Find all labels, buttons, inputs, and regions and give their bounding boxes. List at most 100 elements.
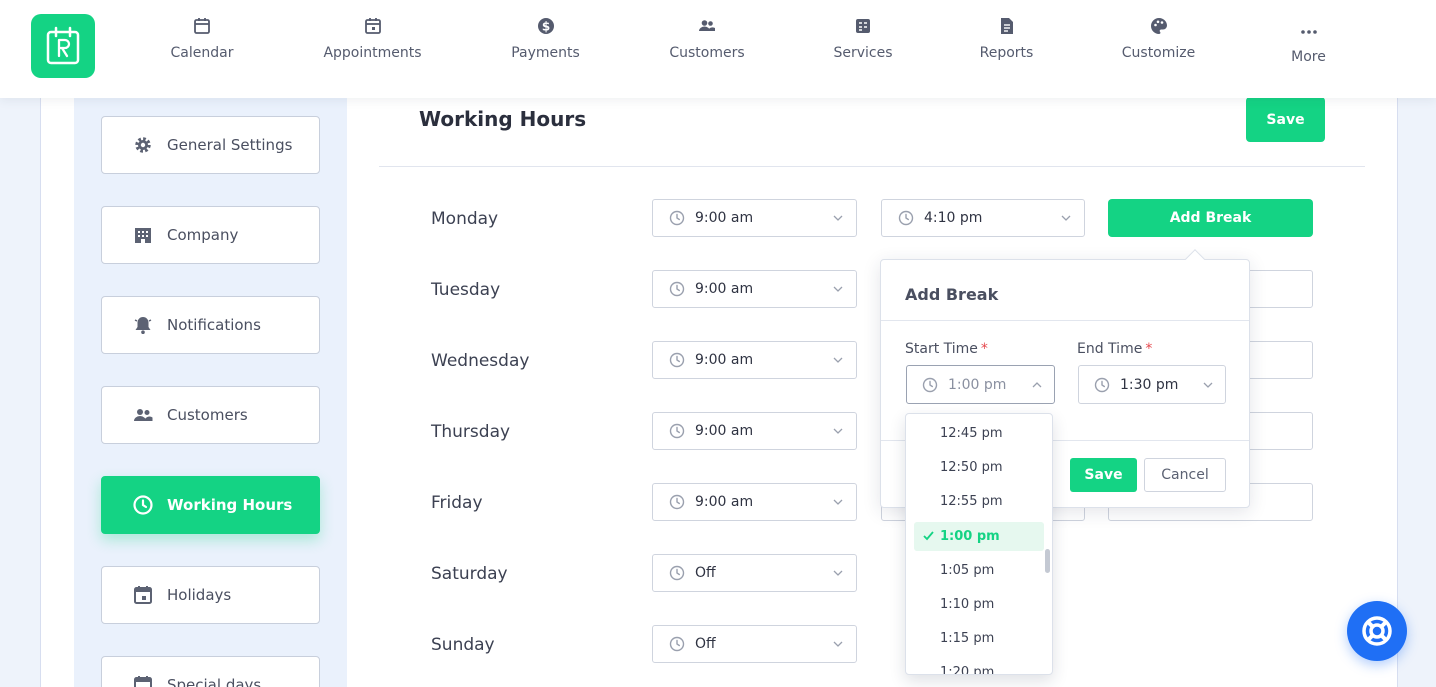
clock-icon: [669, 352, 685, 368]
lifebuoy-icon: [1362, 616, 1392, 646]
bell-icon: [132, 314, 154, 336]
svg-text:$: $: [541, 20, 549, 34]
sidebar-item-label: Notifications: [167, 316, 261, 334]
nav-calendar[interactable]: Calendar: [168, 16, 236, 61]
day-label-friday: Friday: [431, 493, 483, 513]
calendar-icon: [132, 584, 154, 606]
sidebar-item-special-days[interactable]: Special days: [101, 656, 320, 687]
nav-services[interactable]: Services: [833, 16, 893, 61]
time-option-label: 1:00 pm: [940, 529, 1000, 544]
wednesday-start-select[interactable]: 9:00 am: [652, 341, 857, 379]
break-save-button[interactable]: Save: [1070, 458, 1137, 492]
popover-title: Add Break: [905, 285, 999, 304]
day-label-saturday: Saturday: [431, 564, 508, 584]
dollar-icon: $: [537, 18, 554, 34]
help-button[interactable]: [1347, 601, 1407, 661]
sidebar-item-holidays[interactable]: Holidays: [101, 566, 320, 624]
sidebar-item-general-settings[interactable]: General Settings: [101, 116, 320, 174]
nav-label: Customize: [1121, 45, 1196, 61]
sidebar-item-customers[interactable]: Customers: [101, 386, 320, 444]
clock-icon: [669, 281, 685, 297]
clock-icon: [669, 494, 685, 510]
sidebar-item-label: General Settings: [167, 136, 293, 154]
clock-icon: [1094, 377, 1110, 393]
calendar-icon: [132, 674, 154, 687]
nav-payments[interactable]: $ Payments: [510, 16, 581, 61]
day-label-monday: Monday: [431, 209, 499, 229]
select-value: 9:00 am: [695, 494, 754, 510]
sidebar-item-company[interactable]: Company: [101, 206, 320, 264]
header-divider: [379, 166, 1365, 167]
clock-icon: [669, 565, 685, 581]
nav-label: More: [1291, 49, 1326, 65]
time-option[interactable]: 1:15 pm: [914, 624, 1044, 653]
sidebar-item-label: Working Hours: [167, 496, 293, 514]
break-end-select[interactable]: 1:30 pm: [1078, 365, 1226, 404]
add-break-button[interactable]: Add Break: [1108, 199, 1313, 237]
chevron-down-icon: [1203, 382, 1213, 388]
users-icon: [132, 404, 154, 426]
top-navbar: Calendar Appointments $ Payments Custome…: [0, 0, 1436, 98]
start-time-label: Start Time *: [905, 341, 988, 357]
chevron-up-icon: [1032, 382, 1042, 388]
sidebar-item-working-hours[interactable]: Working Hours: [101, 476, 320, 534]
chevron-down-icon: [833, 641, 843, 647]
nav-label: Services: [833, 45, 893, 61]
break-start-select[interactable]: 1:00 pm: [906, 365, 1055, 404]
sidebar-item-label: Holidays: [167, 586, 232, 604]
app-logo[interactable]: [31, 14, 95, 78]
sidebar-item-label: Customers: [167, 406, 248, 424]
time-option[interactable]: 12:55 pm: [914, 487, 1044, 516]
calendar-icon: [194, 18, 210, 34]
nav-label: Payments: [511, 45, 580, 61]
time-option[interactable]: 12:45 pm: [914, 419, 1044, 448]
monday-start-select[interactable]: 9:00 am: [652, 199, 857, 237]
time-option[interactable]: 12:50 pm: [914, 453, 1044, 482]
time-option[interactable]: 1:20 pm: [914, 658, 1044, 674]
saturday-start-select[interactable]: Off: [652, 554, 857, 592]
palette-icon: [1150, 18, 1167, 34]
clock-icon: [922, 377, 938, 393]
nav-customize[interactable]: Customize: [1121, 16, 1196, 61]
monday-end-select[interactable]: 4:10 pm: [881, 199, 1085, 237]
page-title: Working Hours: [419, 107, 587, 131]
more-icon: [1300, 30, 1317, 34]
save-button[interactable]: Save: [1246, 97, 1325, 142]
dropdown-scrollbar[interactable]: [1045, 549, 1050, 573]
required-mark: *: [1145, 341, 1153, 357]
day-label-wednesday: Wednesday: [431, 351, 530, 371]
sidebar-item-notifications[interactable]: Notifications: [101, 296, 320, 354]
clock-icon: [669, 210, 685, 226]
chevron-down-icon: [833, 357, 843, 363]
tuesday-start-select[interactable]: 9:00 am: [652, 270, 857, 308]
nav-more[interactable]: More: [1289, 20, 1328, 65]
nav-label: Reports: [979, 45, 1034, 61]
logo-icon: [46, 26, 80, 65]
friday-start-select[interactable]: 9:00 am: [652, 483, 857, 521]
clock-icon: [669, 636, 685, 652]
gear-icon: [132, 134, 154, 156]
day-label-sunday: Sunday: [431, 635, 495, 655]
chevron-down-icon: [833, 215, 843, 221]
sunday-start-select[interactable]: Off: [652, 625, 857, 663]
nav-appointments[interactable]: Appointments: [322, 16, 423, 61]
time-option-selected[interactable]: 1:00 pm: [914, 522, 1044, 551]
thursday-start-select[interactable]: 9:00 am: [652, 412, 857, 450]
nav-label: Appointments: [323, 45, 422, 61]
nav-reports[interactable]: Reports: [979, 16, 1034, 61]
chevron-down-icon: [833, 499, 843, 505]
select-value: 1:30 pm: [1120, 376, 1179, 393]
break-cancel-button[interactable]: Cancel: [1144, 458, 1226, 492]
sidebar-item-label: Company: [167, 226, 239, 244]
popover-divider: [881, 320, 1249, 321]
select-value: 4:10 pm: [924, 210, 983, 226]
time-option[interactable]: 1:05 pm: [914, 556, 1044, 585]
day-label-tuesday: Tuesday: [431, 280, 501, 300]
report-icon: [1000, 18, 1013, 34]
users-icon: [699, 20, 715, 31]
nav-customers[interactable]: Customers: [668, 16, 746, 61]
select-value: 1:00 pm: [948, 376, 1007, 393]
nav-label: Calendar: [170, 45, 234, 61]
time-option[interactable]: 1:10 pm: [914, 590, 1044, 619]
check-icon: [923, 531, 934, 541]
